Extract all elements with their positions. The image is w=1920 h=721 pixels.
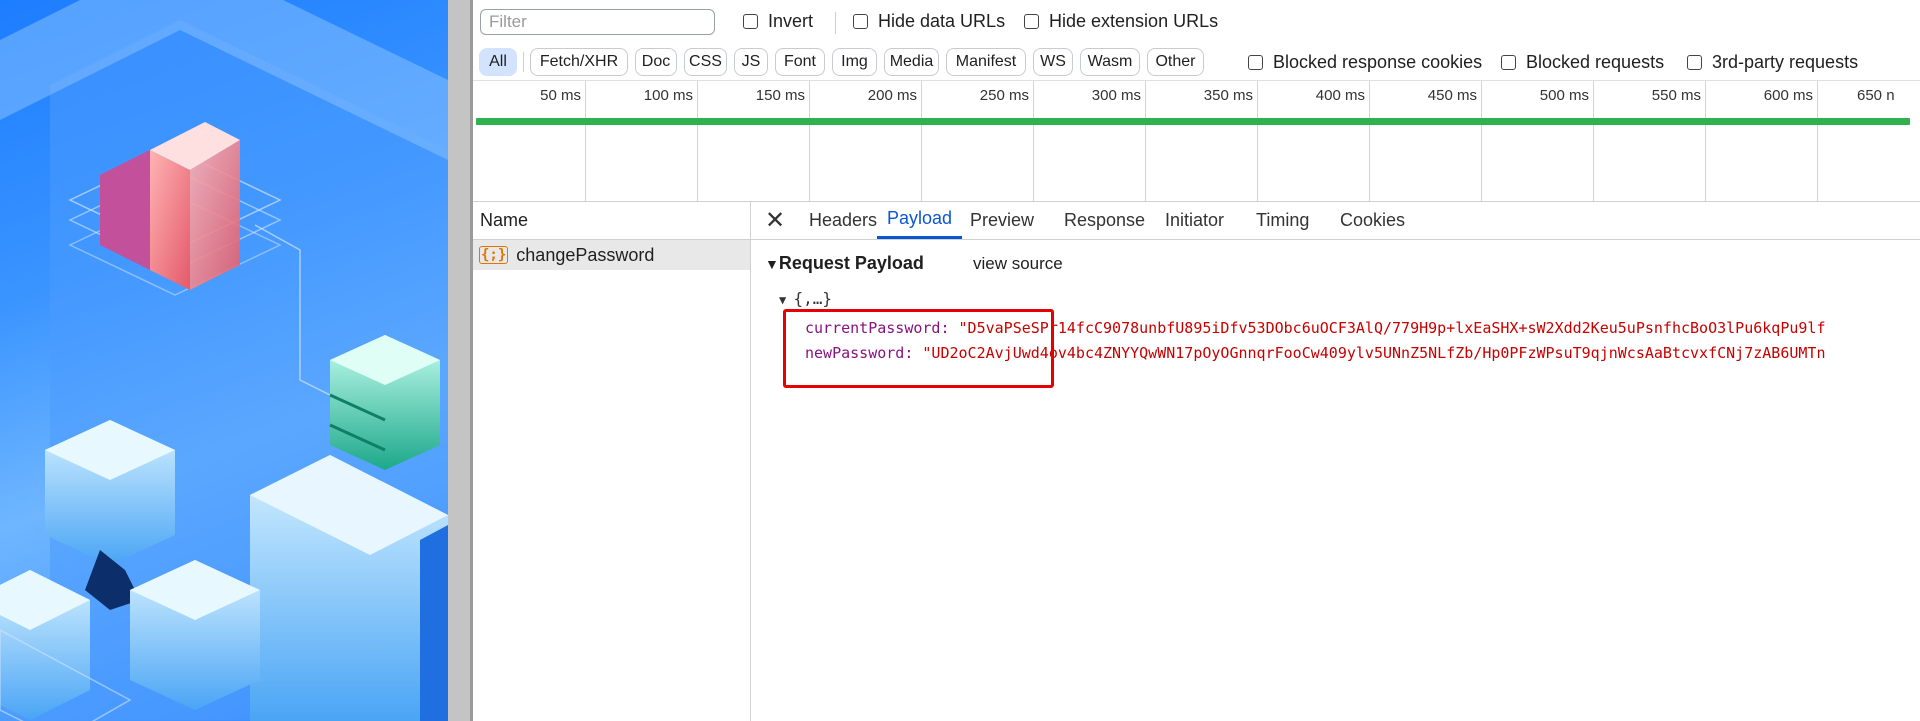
tab-headers[interactable]: Headers (809, 201, 877, 239)
timeline-tick-label: 550 ms (1651, 87, 1701, 104)
checkbox-icon (1248, 55, 1263, 70)
hide-extension-urls-checkbox[interactable]: Hide extension URLs (1024, 11, 1218, 32)
request-list: Name {;} changePassword (473, 201, 751, 721)
timeline-tick-label: 600 ms (1763, 87, 1813, 104)
request-name: changePassword (516, 244, 655, 265)
payload-object[interactable]: ▼ {,…} (779, 289, 832, 308)
filter-chip-ws[interactable]: WS (1033, 48, 1073, 76)
timeline-gridline (1593, 81, 1594, 201)
timeline-gridline (1705, 81, 1706, 201)
timeline-tick-label: 400 ms (1315, 87, 1365, 104)
timeline-tick-label: 150 ms (755, 87, 805, 104)
tab-initiator[interactable]: Initiator (1165, 201, 1224, 239)
filter-chip-all[interactable]: All (479, 48, 517, 76)
timeline-gridline (1257, 81, 1258, 201)
name-column-header[interactable]: Name (473, 201, 750, 240)
timeline-tick-label: 650 n (1857, 87, 1895, 104)
blocked-requests-label: Blocked requests (1526, 52, 1665, 72)
timeline-gridline (697, 81, 698, 201)
invert-label: Invert (768, 11, 814, 31)
background-illustration (0, 0, 448, 721)
timeline-tick-label: 50 ms (540, 87, 581, 104)
window-splitter[interactable] (448, 0, 470, 721)
hide-extension-urls-label: Hide extension URLs (1049, 11, 1219, 31)
network-timeline[interactable]: 50 ms 100 ms 150 ms 200 ms 250 ms 300 ms… (473, 80, 1920, 202)
checkbox-icon (853, 14, 868, 29)
filter-chip-font[interactable]: Font (775, 48, 825, 76)
hide-data-urls-label: Hide data URLs (878, 11, 1006, 31)
triangle-down-icon: ▼ (765, 256, 779, 272)
resource-type-filters: All Fetch/XHR Doc CSS JS Font Img Media … (473, 46, 1920, 80)
timeline-tick-label: 300 ms (1091, 87, 1141, 104)
checkbox-icon (1024, 14, 1039, 29)
request-row[interactable]: {;} changePassword (473, 240, 750, 270)
timeline-gridline (585, 81, 586, 201)
filter-chip-img[interactable]: Img (832, 48, 877, 76)
checkbox-icon (1687, 55, 1702, 70)
timeline-gridline (1145, 81, 1146, 201)
checkbox-icon (743, 14, 758, 29)
timeline-gridline (1817, 81, 1818, 201)
filter-chip-js[interactable]: JS (734, 48, 768, 76)
filter-chip-manifest[interactable]: Manifest (946, 48, 1026, 76)
timeline-tick-label: 100 ms (643, 87, 693, 104)
timeline-gridline (921, 81, 922, 201)
devtools-network-panel: Invert Hide data URLs Hide extension URL… (473, 0, 1920, 721)
hide-data-urls-checkbox[interactable]: Hide data URLs (853, 11, 1005, 32)
filter-chip-media[interactable]: Media (884, 48, 939, 76)
isometric-illustration (0, 0, 448, 721)
property-value: "UD2oC2AvjUwd4ov4bc4ZNYYQwWN17pOyOGnnqrF… (922, 344, 1826, 362)
timeline-gridline (1369, 81, 1370, 201)
tab-payload[interactable]: Payload (877, 201, 963, 239)
filter-chip-wasm[interactable]: Wasm (1080, 48, 1140, 76)
request-payload-title: Request Payload (778, 253, 924, 273)
third-party-requests-checkbox[interactable]: 3rd-party requests (1687, 52, 1858, 73)
filter-chip-css[interactable]: CSS (684, 48, 727, 76)
tab-response[interactable]: Response (1064, 201, 1145, 239)
timeline-gridline (1481, 81, 1482, 201)
divider (835, 12, 836, 34)
timeline-tick-label: 200 ms (867, 87, 917, 104)
close-icon[interactable]: ✕ (765, 206, 785, 235)
property-value: "D5vaPSeSPr14fcC9078unbfU895iDfv53DObc6u… (958, 319, 1826, 337)
object-summary: {,…} (793, 289, 832, 308)
filter-chip-doc[interactable]: Doc (635, 48, 677, 76)
blocked-response-cookies-label: Blocked response cookies (1273, 52, 1483, 72)
tab-cookies[interactable]: Cookies (1340, 201, 1405, 239)
blocked-response-cookies-checkbox[interactable]: Blocked response cookies (1248, 52, 1482, 73)
tab-timing[interactable]: Timing (1256, 201, 1309, 239)
triangle-down-icon: ▼ (779, 293, 794, 307)
filter-input[interactable] (480, 9, 715, 35)
timeline-request-bar (476, 118, 1910, 125)
detail-tabs: ✕ Headers Payload Preview Response Initi… (751, 201, 1920, 240)
divider (523, 52, 524, 72)
third-party-requests-label: 3rd-party requests (1712, 52, 1859, 72)
request-details: ✕ Headers Payload Preview Response Initi… (751, 201, 1920, 721)
timeline-tick-label: 450 ms (1427, 87, 1477, 104)
checkbox-icon (1501, 55, 1516, 70)
tab-preview[interactable]: Preview (970, 201, 1034, 239)
timeline-tick-label: 350 ms (1203, 87, 1253, 104)
annotation-highlight-box (783, 309, 1054, 388)
request-payload-section[interactable]: ▼Request Payload (765, 253, 924, 274)
view-source-link[interactable]: view source (973, 254, 1063, 274)
fetch-icon: {;} (479, 246, 509, 264)
timeline-tick-label: 500 ms (1539, 87, 1589, 104)
timeline-tick-label: 250 ms (979, 87, 1029, 104)
invert-checkbox[interactable]: Invert (743, 11, 813, 32)
timeline-gridline (809, 81, 810, 201)
filter-chip-fetch-xhr[interactable]: Fetch/XHR (530, 48, 628, 76)
filter-toolbar: Invert Hide data URLs Hide extension URL… (473, 0, 1920, 46)
blocked-requests-checkbox[interactable]: Blocked requests (1501, 52, 1664, 73)
filter-chip-other[interactable]: Other (1147, 48, 1204, 76)
timeline-gridline (1033, 81, 1034, 201)
